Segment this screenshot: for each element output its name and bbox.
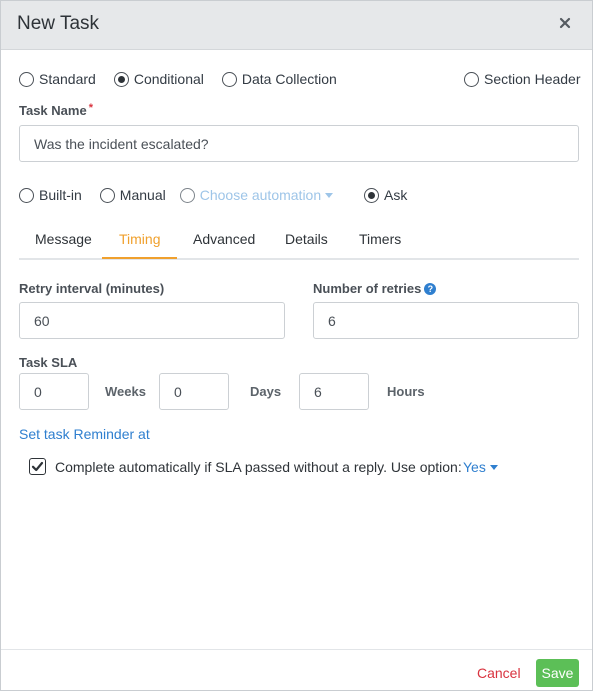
task-tabs: Message Timing Advanced Details Timers bbox=[19, 226, 579, 260]
radio-ask[interactable]: Ask bbox=[364, 187, 407, 203]
tab-timers[interactable]: Timers bbox=[359, 231, 401, 247]
task-type-group: Standard Conditional Data Collection bbox=[19, 71, 337, 87]
radio-circle bbox=[19, 71, 34, 87]
task-name-label-text: Task Name bbox=[19, 103, 87, 118]
help-icon[interactable]: ? bbox=[424, 283, 437, 295]
retry-interval-label: Retry interval (minutes) bbox=[19, 281, 165, 296]
radio-section-header[interactable]: Section Header bbox=[464, 71, 581, 87]
radio-circle bbox=[99, 187, 115, 203]
checkmark-icon bbox=[31, 461, 44, 472]
radio-label: Section Header bbox=[484, 71, 581, 87]
tab-advanced[interactable]: Advanced bbox=[193, 231, 255, 247]
sla-days-input[interactable] bbox=[159, 373, 229, 410]
task-name-label: Task Name * bbox=[19, 102, 93, 118]
radio-label: Standard bbox=[39, 71, 96, 87]
number-of-retries-text: Number of retries bbox=[313, 281, 422, 296]
caret-down-icon bbox=[325, 192, 334, 198]
dialog-header: New Task bbox=[1, 1, 592, 50]
tab-message[interactable]: Message bbox=[35, 231, 92, 247]
active-tab-indicator bbox=[102, 257, 177, 259]
radio-label: Built-in bbox=[39, 187, 82, 203]
auto-complete-option-value: Yes bbox=[463, 459, 486, 475]
radio-circle bbox=[464, 71, 479, 87]
set-reminder-link[interactable]: Set task Reminder at bbox=[19, 426, 150, 442]
weeks-unit-label: Weeks bbox=[105, 384, 146, 399]
required-marker: * bbox=[88, 102, 93, 114]
sla-hours-input[interactable] bbox=[299, 373, 369, 410]
radio-circle-checked bbox=[113, 71, 129, 87]
choose-automation-dropdown[interactable]: Choose automation bbox=[199, 187, 334, 203]
radio-manual[interactable]: Manual bbox=[99, 187, 166, 203]
task-name-input[interactable] bbox=[19, 125, 579, 162]
task-sla-label: Task SLA bbox=[19, 355, 78, 370]
radio-circle bbox=[19, 187, 34, 203]
close-icon[interactable] bbox=[558, 16, 572, 30]
radio-built-in[interactable]: Built-in bbox=[19, 187, 82, 203]
sla-weeks-input[interactable] bbox=[19, 373, 89, 410]
number-of-retries-input[interactable] bbox=[313, 302, 579, 339]
radio-circle-checked bbox=[364, 187, 379, 203]
radio-standard[interactable]: Standard bbox=[19, 71, 96, 87]
retry-interval-input[interactable] bbox=[19, 302, 285, 339]
tab-details[interactable]: Details bbox=[285, 231, 328, 247]
auto-complete-label: Complete automatically if SLA passed wit… bbox=[55, 459, 462, 475]
auto-complete-option-dropdown[interactable]: Yes bbox=[463, 459, 498, 475]
number-of-retries-label: Number of retries? bbox=[313, 281, 437, 296]
dialog-footer: Cancel Save bbox=[1, 649, 592, 690]
radio-data-collection[interactable]: Data Collection bbox=[221, 71, 337, 87]
caret-down-icon bbox=[489, 464, 498, 470]
mode-group: Built-in Manual Choose automation bbox=[19, 187, 334, 203]
radio-choose-automation[interactable]: Choose automation bbox=[179, 187, 334, 203]
radio-label: Ask bbox=[384, 187, 408, 203]
choose-automation-label: Choose automation bbox=[199, 187, 322, 203]
radio-circle bbox=[179, 187, 195, 203]
new-task-dialog: New Task Standard Conditional Data Colle… bbox=[0, 0, 593, 691]
radio-label: Conditional bbox=[133, 71, 204, 87]
dialog-title: New Task bbox=[17, 13, 100, 34]
save-button[interactable]: Save bbox=[536, 659, 579, 687]
radio-label: Data Collection bbox=[241, 71, 337, 87]
hours-unit-label: Hours bbox=[387, 384, 425, 399]
radio-circle bbox=[221, 71, 237, 87]
radio-conditional[interactable]: Conditional bbox=[113, 71, 204, 87]
auto-complete-checkbox[interactable] bbox=[29, 458, 46, 475]
tab-timing[interactable]: Timing bbox=[119, 231, 161, 247]
cancel-button[interactable]: Cancel bbox=[477, 665, 521, 681]
days-unit-label: Days bbox=[250, 384, 282, 399]
radio-label: Manual bbox=[119, 187, 166, 203]
